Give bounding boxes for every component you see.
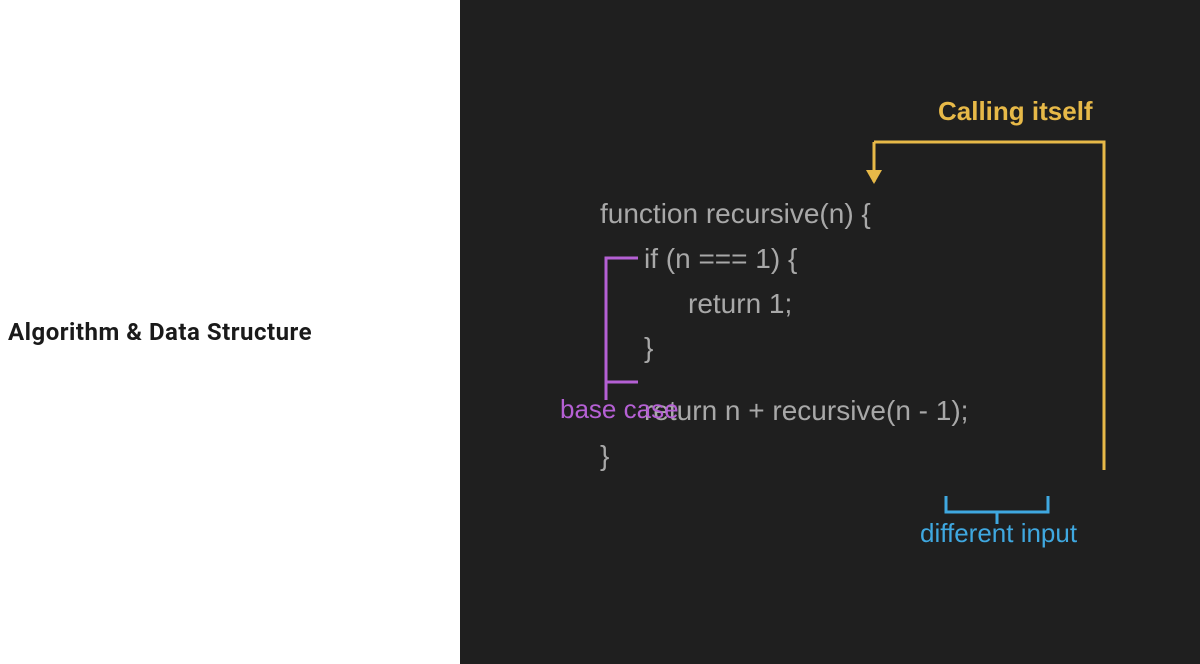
page-title: Algorithm & Data Structure [0,318,312,346]
code-line-6: } [600,434,968,479]
annotation-calling-itself: Calling itself [938,96,1093,127]
diagram-pane: function recursive(n) { if (n === 1) { r… [460,0,1200,664]
annotation-base-case: base case [560,394,679,425]
code-line-3: return 1; [600,282,968,327]
code-line-1: function recursive(n) { [600,192,968,237]
annotation-different-input: different input [920,518,1077,549]
code-line-4: } [600,326,968,371]
code-line-2: if (n === 1) { [600,237,968,282]
code-block: function recursive(n) { if (n === 1) { r… [600,192,968,479]
left-pane: Algorithm & Data Structure [0,0,460,664]
